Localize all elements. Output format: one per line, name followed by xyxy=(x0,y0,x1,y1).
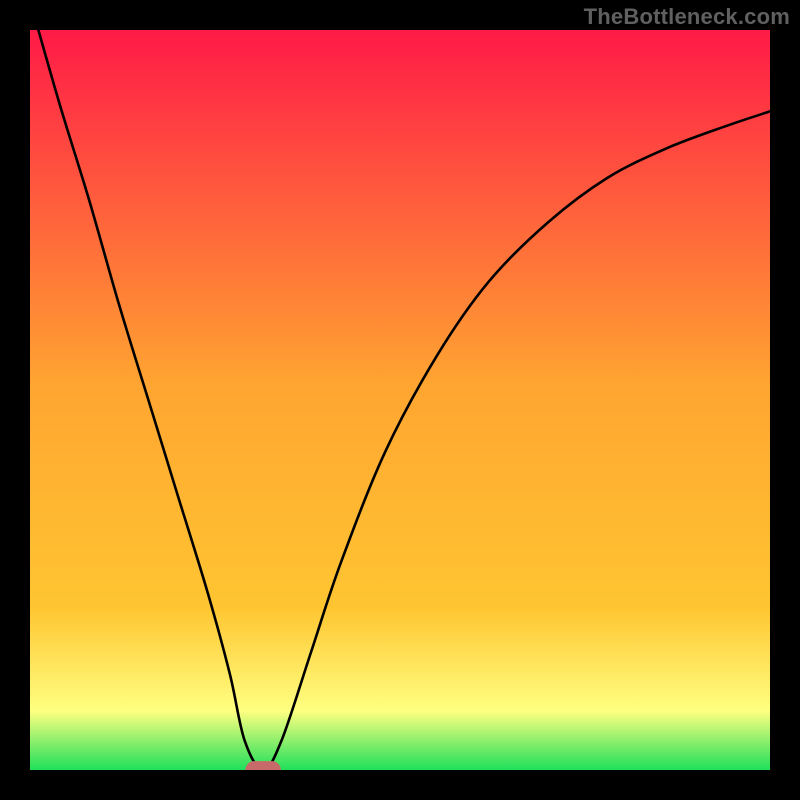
chart-svg xyxy=(30,30,770,770)
watermark-text: TheBottleneck.com xyxy=(584,4,790,30)
plot-area xyxy=(30,30,770,770)
min-point-marker xyxy=(245,761,281,770)
gradient-background xyxy=(30,30,770,770)
chart-frame: TheBottleneck.com xyxy=(0,0,800,800)
